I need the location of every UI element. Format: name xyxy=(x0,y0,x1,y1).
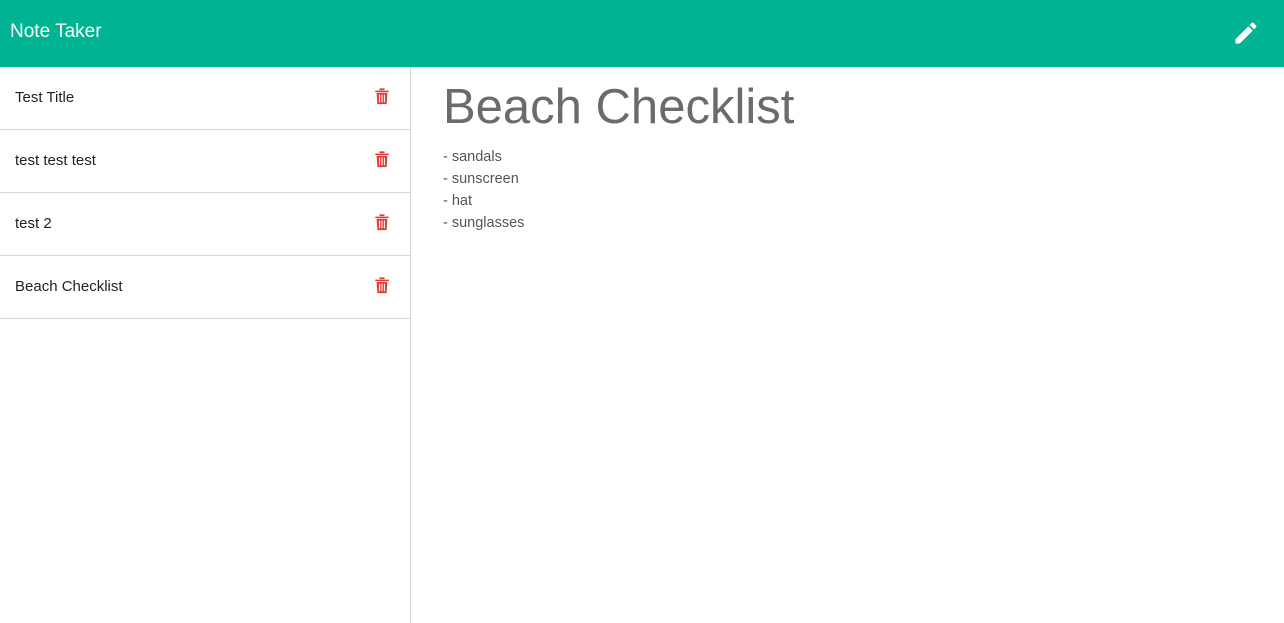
pencil-icon[interactable] xyxy=(1232,19,1260,47)
note-text-field[interactable]: - sandals - sunscreen - hat - sunglasses xyxy=(443,146,524,234)
note-line: - sunscreen xyxy=(443,171,519,187)
note-editor: Beach Checklist - sandals - sunscreen - … xyxy=(411,67,1284,623)
trash-icon[interactable] xyxy=(374,150,390,168)
note-title: test 2 xyxy=(15,215,52,232)
app-title[interactable]: Note Taker xyxy=(10,20,102,44)
note-line: - hat xyxy=(443,193,473,209)
note-line: - sandals xyxy=(443,149,502,165)
list-item[interactable]: Test Title xyxy=(0,67,410,130)
note-title: Beach Checklist xyxy=(15,278,123,295)
navbar: Note Taker xyxy=(0,0,1284,67)
note-list: Test Title test test test test 2 Beach C… xyxy=(0,67,411,623)
note-title-field[interactable]: Beach Checklist xyxy=(443,77,794,137)
note-line: - sunglasses xyxy=(443,215,525,231)
note-title: test test test xyxy=(15,152,96,169)
trash-icon[interactable] xyxy=(374,87,390,105)
trash-icon[interactable] xyxy=(374,213,390,231)
list-item[interactable]: test test test xyxy=(0,130,410,193)
note-title: Test Title xyxy=(15,89,75,106)
trash-icon[interactable] xyxy=(374,276,390,294)
list-item[interactable]: Beach Checklist xyxy=(0,256,410,319)
list-item[interactable]: test 2 xyxy=(0,193,410,256)
